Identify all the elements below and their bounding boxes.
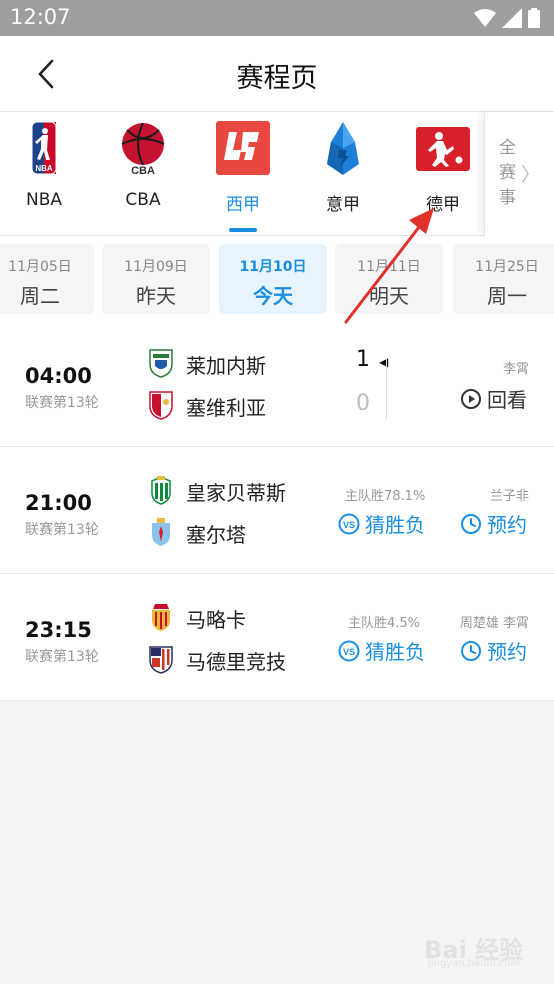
away-team-name: 塞尔塔 bbox=[186, 523, 246, 547]
match-row[interactable]: 23:15 联赛第13轮 马略卡 马德里竞技 主队胜4.5% VS 猜胜负 周楚… bbox=[0, 574, 554, 701]
svg-text:VS: VS bbox=[343, 520, 355, 530]
date-tabs: 11月05日 周二 11月09日 昨天 11月10日 今天 11月11日 明天 … bbox=[0, 236, 554, 326]
league-bar: NBA NBA CBA CBA 西甲 意甲 德甲 全赛事 〉 bbox=[0, 112, 554, 236]
svg-text:NBA: NBA bbox=[35, 164, 53, 173]
date-tab-weekday: 昨天 bbox=[136, 284, 176, 308]
match-time: 23:15 bbox=[25, 618, 92, 642]
date-tab[interactable]: 11月05日 周二 bbox=[0, 244, 94, 314]
league-tab-laliga[interactable]: 西甲 bbox=[199, 112, 287, 236]
sevilla-crest-icon bbox=[149, 391, 173, 420]
win-probability: 主队胜78.1% bbox=[345, 489, 426, 504]
score-divider bbox=[386, 358, 387, 420]
date-tab-weekday: 周一 bbox=[487, 284, 527, 308]
date-tab-weekday: 周二 bbox=[20, 284, 60, 308]
date-tab-date: 11月05日 bbox=[8, 259, 72, 275]
guess-result-button[interactable]: VS 猜胜负 bbox=[338, 636, 425, 665]
league-label: 德甲 bbox=[426, 195, 460, 215]
date-tab[interactable]: 11月11日 明天 bbox=[335, 244, 443, 314]
clock-icon bbox=[461, 513, 481, 534]
all-leagues-button[interactable]: 全赛事 〉 bbox=[484, 112, 554, 236]
guess-label: 猜胜负 bbox=[365, 640, 425, 664]
active-league-indicator bbox=[229, 228, 257, 232]
commentator: 李霄 bbox=[502, 362, 529, 377]
match-time: 04:00 bbox=[25, 364, 92, 388]
vs-icon: VS bbox=[338, 513, 360, 534]
nba-logo-icon: NBA bbox=[31, 121, 57, 175]
date-tab-weekday: 今天 bbox=[253, 284, 293, 308]
mallorca-crest-icon bbox=[152, 604, 170, 631]
date-tab[interactable]: 11月25日 周一 bbox=[453, 244, 554, 314]
cba-logo-icon: CBA bbox=[121, 122, 165, 176]
home-team-name: 马略卡 bbox=[186, 608, 246, 632]
header: 赛程页 bbox=[0, 36, 554, 112]
league-label: 西甲 bbox=[226, 195, 260, 215]
baidu-watermark: Bai 经验 jingyan.baidu.com bbox=[424, 928, 534, 974]
all-leagues-label: 全赛事 bbox=[499, 138, 516, 208]
date-tab-date: 11月10日 bbox=[239, 259, 307, 275]
league-label: 意甲 bbox=[326, 195, 360, 215]
status-bar: 12:07 bbox=[0, 0, 554, 36]
date-tab-date: 11月09日 bbox=[124, 259, 188, 275]
laliga-logo-icon bbox=[216, 121, 270, 175]
reserve-label: 预约 bbox=[487, 640, 527, 664]
away-team-name: 马德里竞技 bbox=[186, 650, 286, 674]
guess-result-button[interactable]: VS 猜胜负 bbox=[338, 509, 425, 538]
commentator: 兰子非 bbox=[489, 489, 529, 504]
match-row[interactable]: 04:00 联赛第13轮 莱加内斯 塞维利亚 1 ◀ 0 李霄 回看 bbox=[0, 320, 554, 447]
serie-a-logo-icon bbox=[327, 122, 359, 175]
match-round: 联赛第13轮 bbox=[25, 649, 99, 665]
replay-button[interactable]: 回看 bbox=[460, 384, 527, 413]
date-tab-date: 11月11日 bbox=[357, 259, 421, 275]
reserve-button[interactable]: 预约 bbox=[460, 509, 527, 538]
leganes-crest-icon bbox=[149, 349, 173, 378]
away-score: 0 bbox=[356, 391, 370, 416]
celta-crest-icon bbox=[152, 518, 170, 546]
date-tab[interactable]: 11月09日 昨天 bbox=[102, 244, 210, 314]
date-tab-date: 11月25日 bbox=[475, 259, 539, 275]
league-label: CBA bbox=[125, 190, 161, 210]
commentator: 周楚雄 李霄 bbox=[459, 616, 529, 631]
wifi-icon bbox=[474, 9, 496, 27]
play-circle-icon bbox=[461, 388, 481, 409]
league-tab-serie-a[interactable]: 意甲 bbox=[299, 112, 387, 236]
home-team-name: 皇家贝蒂斯 bbox=[186, 481, 286, 505]
signal-icon bbox=[502, 8, 522, 28]
league-tab-bundesliga[interactable]: 德甲 bbox=[399, 112, 487, 236]
league-label: NBA bbox=[25, 190, 62, 210]
league-tab-cba[interactable]: CBA CBA bbox=[99, 112, 187, 236]
page-title: 赛程页 bbox=[236, 63, 318, 94]
chevron-right-icon: 〉 bbox=[521, 164, 541, 186]
reserve-label: 预约 bbox=[487, 513, 527, 537]
match-round: 联赛第13轮 bbox=[25, 395, 99, 411]
match-round: 联赛第13轮 bbox=[25, 522, 99, 538]
date-tab-weekday: 明天 bbox=[369, 284, 409, 308]
away-team-name: 塞维利亚 bbox=[186, 396, 266, 420]
win-probability: 主队胜4.5% bbox=[348, 616, 421, 631]
league-tab-nba[interactable]: NBA NBA bbox=[0, 112, 88, 236]
replay-label: 回看 bbox=[487, 388, 527, 412]
match-row[interactable]: 21:00 联赛第13轮 皇家贝蒂斯 塞尔塔 主队胜78.1% VS 猜胜负 兰… bbox=[0, 447, 554, 574]
match-list: 04:00 联赛第13轮 莱加内斯 塞维利亚 1 ◀ 0 李霄 回看 21:00… bbox=[0, 320, 554, 701]
status-time: 12:07 bbox=[10, 5, 71, 29]
date-tab-selected[interactable]: 11月10日 今天 bbox=[219, 244, 327, 314]
svg-text:VS: VS bbox=[343, 647, 355, 657]
match-time: 21:00 bbox=[25, 491, 92, 515]
clock-icon bbox=[461, 640, 481, 661]
real-betis-crest-icon bbox=[151, 476, 171, 505]
bundesliga-logo-icon bbox=[416, 127, 470, 171]
vs-icon: VS bbox=[338, 640, 360, 661]
battery-icon bbox=[528, 8, 540, 28]
status-icons bbox=[474, 8, 540, 28]
reserve-button[interactable]: 预约 bbox=[460, 636, 527, 665]
home-score: 1 bbox=[356, 347, 370, 372]
guess-label: 猜胜负 bbox=[365, 513, 425, 537]
svg-text:CBA: CBA bbox=[131, 165, 155, 176]
home-team-name: 莱加内斯 bbox=[186, 354, 266, 378]
atletico-madrid-crest-icon bbox=[149, 646, 173, 674]
watermark-sub: jingyan.baidu.com bbox=[428, 958, 521, 969]
